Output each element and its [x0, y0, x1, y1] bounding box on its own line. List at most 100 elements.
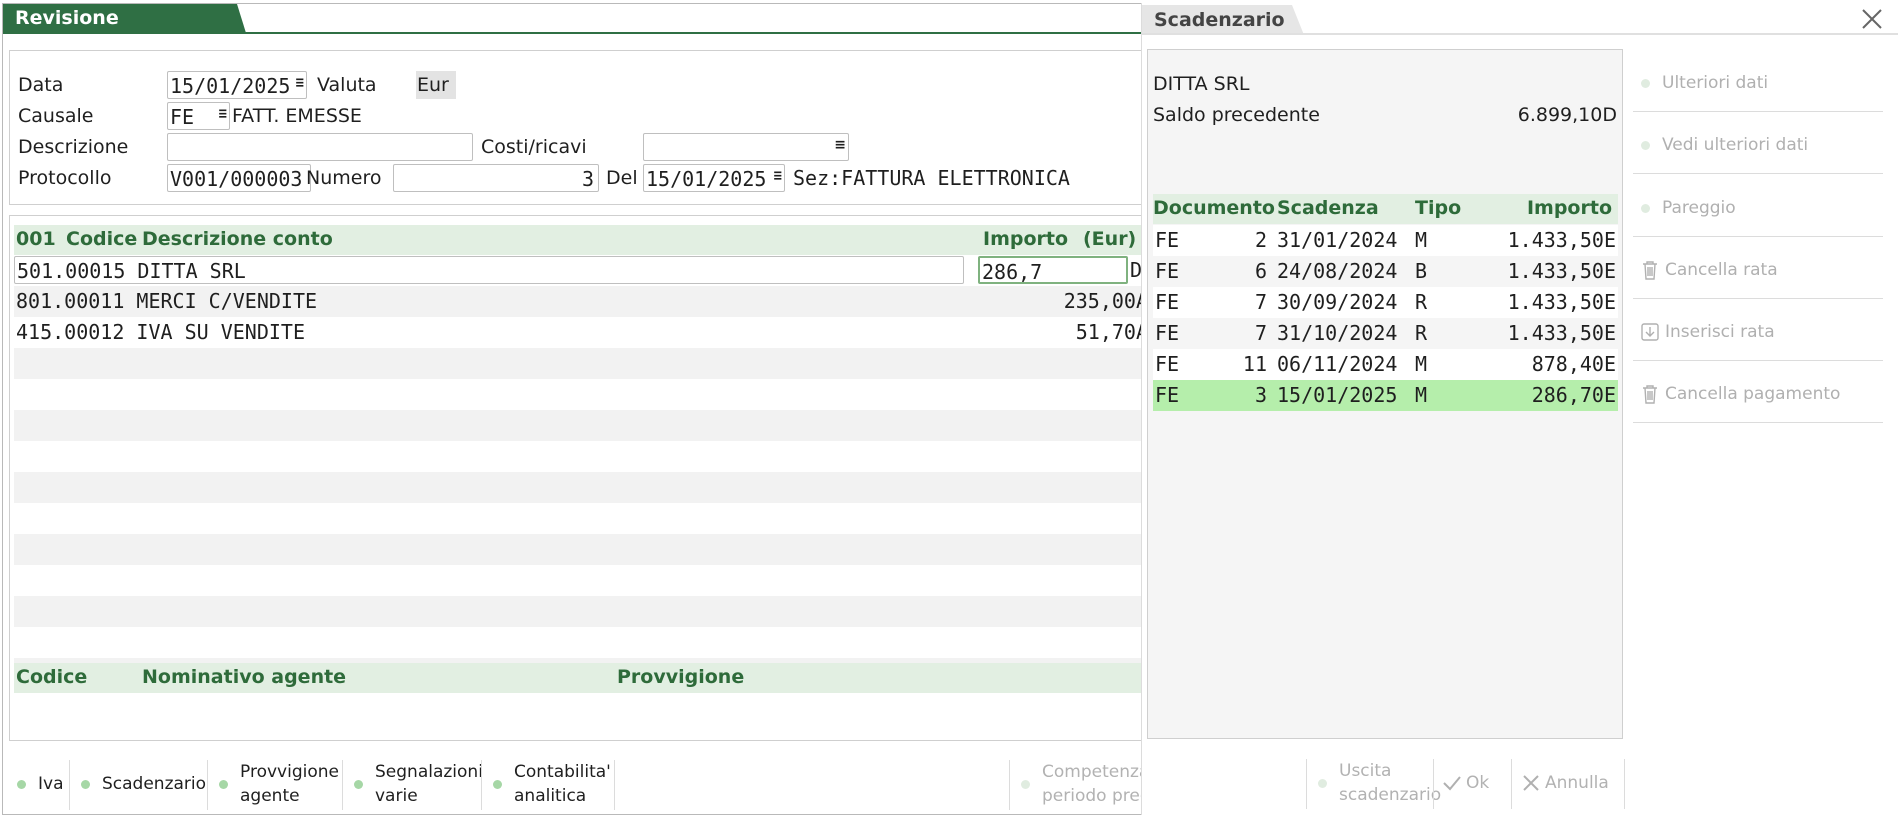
contabilita-analitica-button[interactable]: Contabilita' analitica — [493, 760, 611, 808]
annulla-button[interactable]: Annulla — [1521, 771, 1609, 795]
uscita-scadenzario-button[interactable]: Uscita scadenzario — [1318, 759, 1441, 807]
lines-table-header: 001 Codice Descrizione conto Importo (Eu… — [14, 225, 1148, 255]
costi-ricavi-label: Costi/ricavi — [481, 136, 587, 158]
table-row-selected[interactable]: FE 3 15/01/2025 M 286,70E — [1153, 380, 1618, 411]
causale-code-field[interactable]: FE ≡ — [167, 102, 230, 130]
table-row-active[interactable]: 501.00015 DITTA SRL 286,7 D — [14, 255, 1148, 286]
data-field[interactable]: 15/01/2025 ≡ — [167, 71, 307, 99]
table-row[interactable]: 801.00011 MERCI C/VENDITE 235,00A — [14, 286, 1148, 317]
main-window-title: Revisione primanota — [3, 4, 246, 33]
row-account: 415.00012 IVA SU VENDITE — [16, 320, 305, 344]
status-dot-icon — [81, 779, 90, 789]
menu-icon[interactable]: ≡ — [774, 168, 782, 184]
costi-ricavi-field[interactable]: ≡ — [643, 133, 849, 161]
valuta-value: Eur — [416, 71, 456, 99]
divider — [1633, 298, 1883, 299]
saldo-label: Saldo precedente — [1153, 104, 1320, 126]
menu-icon[interactable]: ≡ — [296, 75, 304, 91]
close-icon[interactable] — [1858, 5, 1886, 33]
segnalazioni-varie-button[interactable]: Segnalazioni varie — [354, 760, 483, 808]
divider — [1624, 759, 1625, 809]
status-dot-icon — [354, 780, 363, 789]
divider — [1633, 111, 1883, 112]
scadenzario-button[interactable]: Scadenzario — [81, 772, 206, 796]
col-nominativo: Nominativo agente — [142, 666, 347, 688]
causale-description: FATT. EMESSE — [232, 105, 362, 127]
numero-field[interactable]: 3 — [393, 164, 599, 192]
competenza-periodo-button[interactable]: Competenza periodo prec — [1021, 760, 1149, 808]
table-row-empty[interactable] — [14, 441, 1148, 472]
menu-icon[interactable]: ≡ — [219, 106, 227, 122]
table-row[interactable]: FE 7 30/09/2024 R 1.433,50E — [1153, 287, 1618, 318]
header-panel: Data 15/01/2025 ≡ Valuta Eur Causale FE … — [9, 50, 1149, 205]
descrizione-label: Descrizione — [18, 136, 129, 158]
protocollo-label: Protocollo — [18, 167, 112, 189]
ulteriori-dati-button[interactable]: Ulteriori dati — [1641, 73, 1768, 93]
title-underline — [3, 32, 1147, 34]
protocollo-field[interactable]: V001/000003 — [167, 164, 311, 192]
table-row-empty[interactable] — [14, 534, 1148, 565]
divider — [1306, 759, 1307, 809]
divider — [69, 760, 70, 810]
descrizione-input[interactable] — [167, 133, 473, 161]
divider — [1633, 173, 1883, 174]
col-valuta: (Eur) — [1083, 228, 1137, 250]
table-row-empty[interactable] — [14, 627, 1148, 658]
col-tipo: Tipo — [1415, 197, 1462, 219]
table-row-empty[interactable] — [14, 503, 1148, 534]
account-input[interactable]: 501.00015 DITTA SRL — [14, 256, 964, 284]
check-icon — [1443, 776, 1461, 791]
scadenzario-bottom-toolbar: Uscita scadenzario Ok Annulla — [1302, 755, 1632, 811]
scadenzario-panel: DITTA SRL Saldo precedente 6.899,10D Doc… — [1147, 49, 1623, 739]
divider — [1511, 759, 1512, 809]
table-row[interactable]: 415.00012 IVA SU VENDITE 51,70A — [14, 317, 1148, 348]
divider — [1633, 236, 1883, 237]
col-agent-codice: Codice — [16, 666, 88, 688]
status-dot-icon — [17, 779, 26, 789]
amount-input[interactable]: 286,7 — [978, 256, 1128, 284]
table-row-empty[interactable] — [14, 379, 1148, 410]
table-row-empty[interactable] — [14, 565, 1148, 596]
table-row[interactable]: FE 2 31/01/2024 M 1.433,50E — [1153, 225, 1618, 256]
table-row[interactable]: FE 11 06/11/2024 M 878,40E — [1153, 349, 1618, 380]
cancella-rata-button[interactable]: Cancella rata — [1641, 260, 1778, 280]
col-documento: Documento — [1153, 197, 1275, 219]
col-codice: Codice — [66, 228, 138, 250]
divider — [207, 760, 208, 810]
numero-label: Numero — [306, 167, 382, 189]
main-bottom-toolbar: Iva Scadenzario Provvigione agente Segna… — [9, 756, 1149, 812]
col-importo: Importo — [1526, 197, 1612, 219]
vedi-ulteriori-dati-button[interactable]: Vedi ulteriori dati — [1641, 135, 1808, 155]
provvigione-agente-button[interactable]: Provvigione agente — [219, 760, 339, 808]
del-date-field[interactable]: 15/01/2025 ≡ — [643, 164, 785, 192]
table-row[interactable]: FE 6 24/08/2024 B 1.433,50E — [1153, 256, 1618, 287]
agents-table-header: Codice Nominativo agente Provvigione — [14, 663, 1148, 693]
ok-button[interactable]: Ok — [1442, 771, 1489, 795]
table-row-empty[interactable] — [14, 348, 1148, 379]
status-dot-icon — [1641, 203, 1650, 213]
divider — [1633, 360, 1883, 361]
table-row[interactable]: FE 7 31/10/2024 R 1.433,50E — [1153, 318, 1618, 349]
row-amount: 51,70A — [1075, 320, 1148, 344]
cancella-pagamento-button[interactable]: Cancella pagamento — [1641, 384, 1840, 404]
sezionale-text: Sez:FATTURA ELETTRONICA — [793, 166, 1070, 190]
title-underline — [1142, 33, 1898, 35]
valuta-label: Valuta — [317, 74, 377, 96]
table-row-empty[interactable] — [14, 410, 1148, 441]
status-dot-icon — [1641, 140, 1650, 150]
scadenzario-actions: Ulteriori dati Vedi ulteriori dati Pareg… — [1633, 49, 1883, 439]
col-descrizione: Descrizione conto — [142, 228, 333, 250]
menu-icon[interactable]: ≡ — [834, 137, 846, 153]
inserisci-rata-button[interactable]: Inserisci rata — [1641, 322, 1775, 342]
table-row-empty[interactable] — [14, 472, 1148, 503]
status-dot-icon — [219, 780, 228, 789]
iva-button[interactable]: Iva — [17, 772, 64, 796]
col-importo: Importo — [983, 228, 1069, 250]
table-row-empty[interactable] — [14, 596, 1148, 627]
insert-icon — [1641, 323, 1659, 341]
scadenzario-title: Scadenzario — [1142, 5, 1304, 35]
lines-panel: 001 Codice Descrizione conto Importo (Eu… — [9, 215, 1149, 741]
causale-label: Causale — [18, 105, 94, 127]
trash-icon — [1643, 385, 1657, 404]
pareggio-button[interactable]: Pareggio — [1641, 198, 1736, 218]
